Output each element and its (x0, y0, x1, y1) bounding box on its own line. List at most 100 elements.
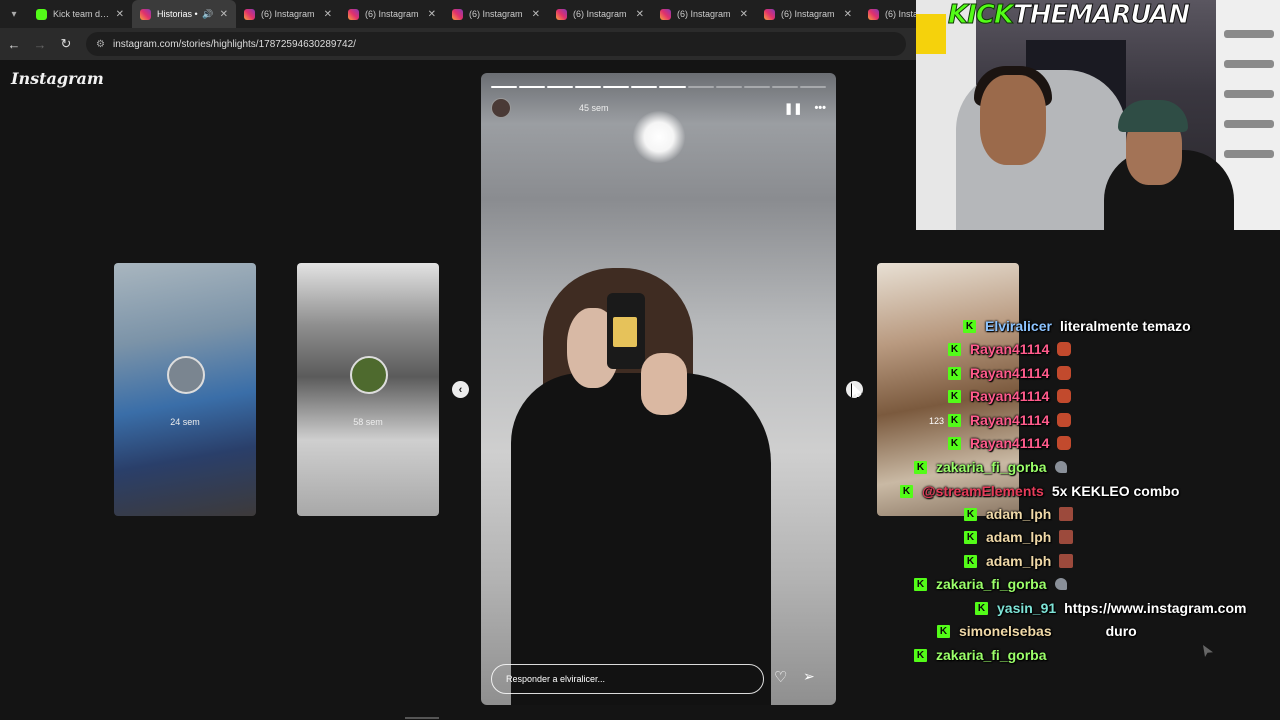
tab-label: (6) Instagram (677, 9, 731, 19)
instagram-logo[interactable]: Instagram (11, 69, 104, 88)
pause-icon[interactable]: ❚❚ (784, 102, 802, 115)
close-tab-icon[interactable]: ✕ (324, 9, 332, 20)
instagram-favicon-icon (140, 8, 151, 20)
chat-emote-icon (1057, 436, 1072, 450)
progress-segment (575, 86, 602, 88)
story-viewer[interactable]: 45 sem ❚❚ ••• Responder a elviralicer...… (481, 73, 836, 705)
close-tab-icon[interactable]: ✕ (220, 9, 228, 20)
close-tab-icon[interactable]: ✕ (740, 9, 748, 20)
chat-cursor-icon (1203, 645, 1213, 657)
chat-username: zakaria_fi_gorba (936, 576, 1047, 592)
progress-segment (799, 86, 826, 88)
browser-tab[interactable]: Kick team dice ✕ (28, 0, 132, 28)
progress-segment (687, 86, 714, 88)
story-header: 45 sem ❚❚ ••• (491, 97, 826, 119)
story-image-hand (641, 353, 687, 415)
browser-tab[interactable]: (6) Instagram ✕ (652, 0, 756, 28)
stream-title-kick: KICK (947, 0, 1014, 31)
browser-tab[interactable]: (6) Instagram ✕ (340, 0, 444, 28)
chat-username: adam_lph (986, 529, 1052, 545)
chat-message: Kzakaria_fi_gorba (914, 574, 1067, 594)
tab-label: (6) Instagram (573, 9, 627, 19)
chat-message: Kadam_lph (964, 527, 1074, 547)
site-info-icon[interactable]: ⚙ (96, 39, 105, 50)
tab-label: Kick team dice (53, 9, 110, 19)
overlay-number: 123 (929, 416, 945, 426)
chat-emote-icon (1057, 366, 1072, 380)
chat-emote-icon (1057, 342, 1072, 356)
progress-segment (771, 86, 798, 88)
progress-segment (519, 86, 546, 88)
instagram-favicon-icon (764, 8, 775, 20)
stream-title-name: THEMARUAN (1013, 0, 1191, 31)
url-field[interactable]: ⚙ instagram.com/stories/highlights/17872… (86, 32, 906, 56)
tab-label: (6) Instagram (781, 9, 835, 19)
kick-badge-icon: K (914, 648, 927, 662)
progress-segment (743, 86, 770, 88)
chat-username: yasin_91 (997, 600, 1057, 616)
chat-username: simonelsebas (959, 623, 1052, 639)
kick-badge-icon: K (964, 554, 977, 568)
send-icon[interactable]: ➢ (803, 668, 815, 685)
browser-tab[interactable]: (6) Instagram ✕ (548, 0, 652, 28)
story-preview-time: 58 sem (353, 417, 383, 427)
kick-badge-icon: K (964, 530, 977, 544)
forward-button[interactable]: → (28, 37, 52, 52)
chat-message: Ksimonelsebas duro (937, 621, 1137, 641)
chat-text: 5x KEKLEO combo (1051, 483, 1180, 499)
instagram-favicon-icon (868, 8, 879, 20)
story-preview-right-1[interactable] (877, 263, 1019, 516)
story-preview-avatar (350, 356, 388, 394)
close-tab-icon[interactable]: ✕ (636, 9, 644, 20)
close-tab-icon[interactable]: ✕ (532, 9, 540, 20)
url-text: instagram.com/stories/highlights/1787259… (112, 38, 356, 50)
progress-segment (547, 86, 574, 88)
instagram-favicon-icon (452, 8, 463, 20)
tab-search-button[interactable]: ▾ (0, 0, 28, 28)
close-tab-icon[interactable]: ✕ (844, 9, 852, 20)
instagram-favicon-icon (244, 8, 255, 20)
chat-emote-icon (1059, 530, 1074, 544)
progress-segment (631, 86, 658, 88)
instagram-favicon-icon (348, 8, 359, 20)
chat-username: zakaria_fi_gorba (936, 647, 1047, 663)
reply-input[interactable]: Responder a elviralicer... (491, 664, 764, 694)
speaker-icon[interactable]: 🔊 (202, 9, 213, 20)
reload-button[interactable]: ↻ (54, 36, 78, 52)
browser-tab[interactable]: (6) Instagram ✕ (444, 0, 548, 28)
kick-badge-icon: K (937, 624, 950, 638)
more-options-icon[interactable]: ••• (814, 102, 826, 115)
close-tab-icon[interactable]: ✕ (428, 9, 436, 20)
chat-text: https://www.instagram.com (1064, 600, 1247, 616)
browser-tab[interactable]: (6) Instagram ✕ (236, 0, 340, 28)
kick-badge-icon: K (975, 601, 988, 615)
chat-text: literalmente temazo (1059, 318, 1191, 334)
stream-title: KICKTHEMARUAN (947, 0, 1191, 31)
instagram-favicon-icon (660, 8, 671, 20)
webcam-overlay: KICKTHEMARUAN (916, 0, 1280, 230)
close-tab-icon[interactable]: ✕ (116, 9, 124, 20)
back-button[interactable]: ← (2, 37, 26, 52)
reply-placeholder: Responder a elviralicer... (506, 674, 606, 684)
progress-segment (659, 86, 686, 88)
browser-tab[interactable]: (6) Instagram ✕ (756, 0, 860, 28)
chat-emote-icon (1059, 554, 1074, 568)
story-preview-avatar (167, 356, 205, 394)
like-heart-icon[interactable]: ♡ (774, 668, 787, 686)
browser-tab[interactable]: Historias • 🔊 ✕ (132, 0, 236, 28)
progress-segment (603, 86, 630, 88)
story-image-phone (607, 293, 645, 369)
chat-emote-icon (1054, 578, 1067, 590)
webcam-streamer-face (980, 75, 1046, 165)
tab-label: (6) Instagram (365, 9, 419, 19)
chat-username: adam_lph (986, 553, 1052, 569)
instagram-favicon-icon (556, 8, 567, 20)
chat-emote-icon (1057, 389, 1072, 403)
chat-emote-icon (1057, 413, 1072, 427)
story-preview-left-2[interactable]: 58 sem (297, 263, 439, 516)
previous-story-button[interactable]: ‹ (452, 381, 469, 398)
story-preview-left-1[interactable]: 24 sem (114, 263, 256, 516)
chat-text: duro (1105, 623, 1137, 639)
story-author-avatar[interactable] (491, 98, 511, 118)
story-image-coat (511, 373, 771, 705)
